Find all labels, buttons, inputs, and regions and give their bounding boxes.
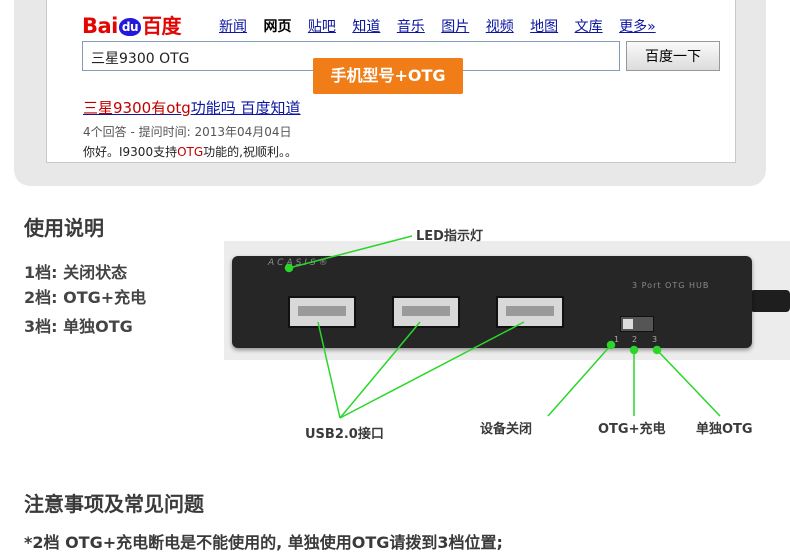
off-label: 设备关闭 [480, 422, 533, 437]
off-dot [606, 340, 616, 350]
otg-charge-label: OTG+充电 [598, 422, 666, 437]
otg-only-line [656, 349, 721, 417]
led-label: LED指示灯 [416, 229, 483, 244]
usb-port-label: USB2.0接口 [305, 427, 384, 442]
usb-line-3 [339, 321, 525, 419]
faq-heading: 注意事项及常见问题 [24, 492, 204, 516]
callout-lines [284, 235, 721, 419]
usb-line-1 [317, 321, 341, 419]
otg-only-dot [652, 345, 662, 355]
faq-note: *2档 OTG+充电断电是不能使用的, 单独使用OTG请拨到3档位置; [24, 533, 503, 552]
usb-line-2 [339, 321, 421, 419]
led-dot [284, 263, 294, 273]
led-line [288, 235, 413, 269]
otg-charge-dot [629, 345, 639, 355]
off-line [547, 344, 612, 417]
otg-only-label: 单独OTG [696, 422, 753, 437]
